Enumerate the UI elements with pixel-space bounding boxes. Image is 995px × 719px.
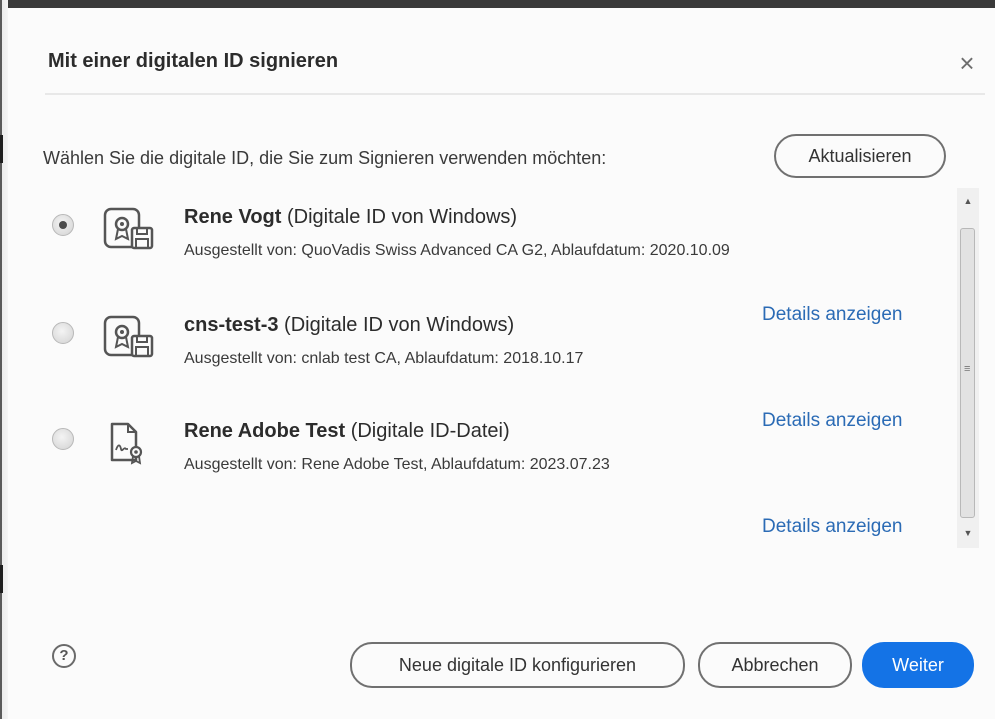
id-name: Rene Adobe Test (Digitale ID-Datei): [184, 420, 510, 442]
window-frame-mark: [0, 135, 3, 163]
scroll-up-arrow-icon[interactable]: ▲: [957, 192, 979, 210]
close-icon[interactable]: ×: [952, 48, 982, 78]
signed-document-icon: [110, 422, 143, 465]
scroll-down-arrow-icon[interactable]: ▼: [957, 524, 979, 542]
window-frame-left: [0, 0, 8, 719]
id-name: cns-test-3 (Digitale ID von Windows): [184, 314, 515, 336]
sign-digital-id-dialog: Mit einer digitalen ID signieren × Wähle…: [8, 8, 995, 719]
certificate-floppy-icon: [103, 207, 154, 250]
scroll-grip-icon: ≡: [964, 363, 971, 375]
title-divider: [45, 93, 985, 95]
next-button[interactable]: Weiter: [862, 642, 974, 688]
id-radio[interactable]: [52, 428, 74, 450]
cancel-button[interactable]: Abbrechen: [698, 642, 852, 688]
certificate-floppy-icon: [103, 315, 154, 358]
id-issuer: Ausgestellt von: QuoVadis Swiss Advanced…: [184, 242, 730, 259]
refresh-button[interactable]: Aktualisieren: [774, 134, 946, 178]
id-name: Rene Vogt (Digitale ID von Windows): [184, 206, 518, 228]
help-icon[interactable]: ?: [52, 644, 76, 668]
digital-id-entry[interactable]: Rene Vogt (Digitale ID von Windows) Ausg…: [38, 194, 938, 274]
id-issuer: Ausgestellt von: Rene Adobe Test, Ablauf…: [184, 456, 610, 473]
digital-id-entry[interactable]: Rene Adobe Test (Digitale ID-Datei) Ausg…: [38, 408, 938, 488]
scroll-thumb[interactable]: ≡: [960, 228, 975, 518]
details-link[interactable]: Details anzeigen: [762, 516, 902, 538]
selection-prompt: Wählen Sie die digitale ID, die Sie zum …: [43, 148, 607, 168]
window-frame-top: [0, 0, 995, 8]
scrollbar[interactable]: ▲ ≡ ▼: [957, 188, 979, 548]
digital-id-list: Rene Vogt (Digitale ID von Windows) Ausg…: [38, 186, 958, 548]
configure-new-id-button[interactable]: Neue digitale ID konfigurieren: [350, 642, 685, 688]
digital-id-entry[interactable]: cns-test-3 (Digitale ID von Windows) Aus…: [38, 302, 938, 382]
id-issuer: Ausgestellt von: cnlab test CA, Ablaufda…: [184, 350, 584, 367]
id-radio-selected[interactable]: [52, 214, 74, 236]
id-radio[interactable]: [52, 322, 74, 344]
window-frame-mark: [0, 565, 3, 593]
dialog-title: Mit einer digitalen ID signieren: [48, 50, 339, 72]
